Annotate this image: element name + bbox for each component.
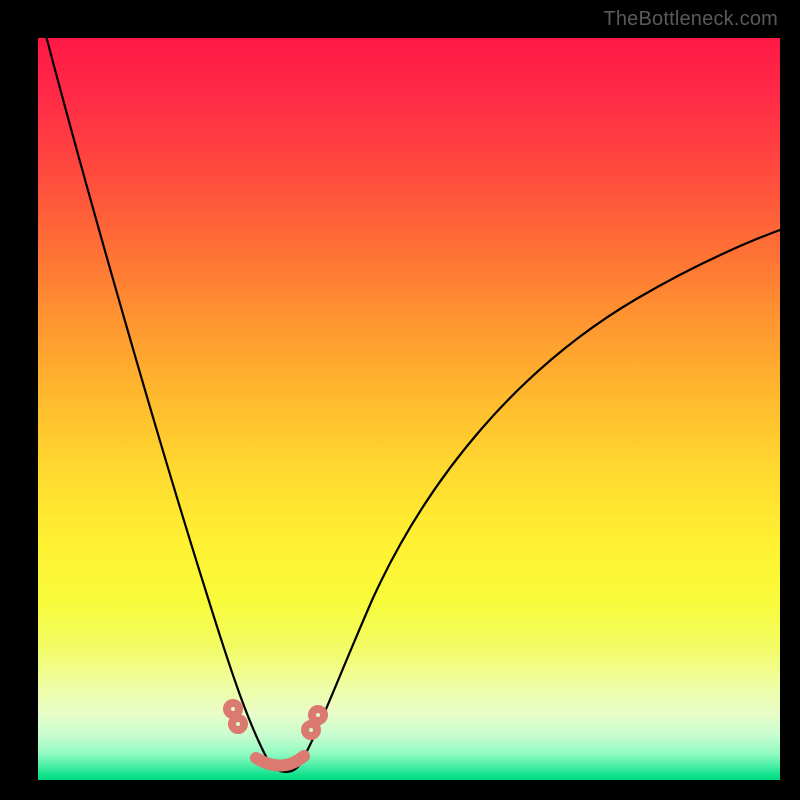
marker-dot [234, 720, 242, 728]
marker-dot [229, 705, 237, 713]
marker-dot [314, 711, 322, 719]
plot-area [38, 38, 780, 780]
marker-dot [307, 726, 315, 734]
bottleneck-curve [38, 38, 780, 780]
marker-arc [256, 756, 304, 766]
marker-group [229, 705, 322, 766]
watermark-text: TheBottleneck.com [603, 8, 778, 31]
chart-frame: TheBottleneck.com [0, 0, 800, 800]
